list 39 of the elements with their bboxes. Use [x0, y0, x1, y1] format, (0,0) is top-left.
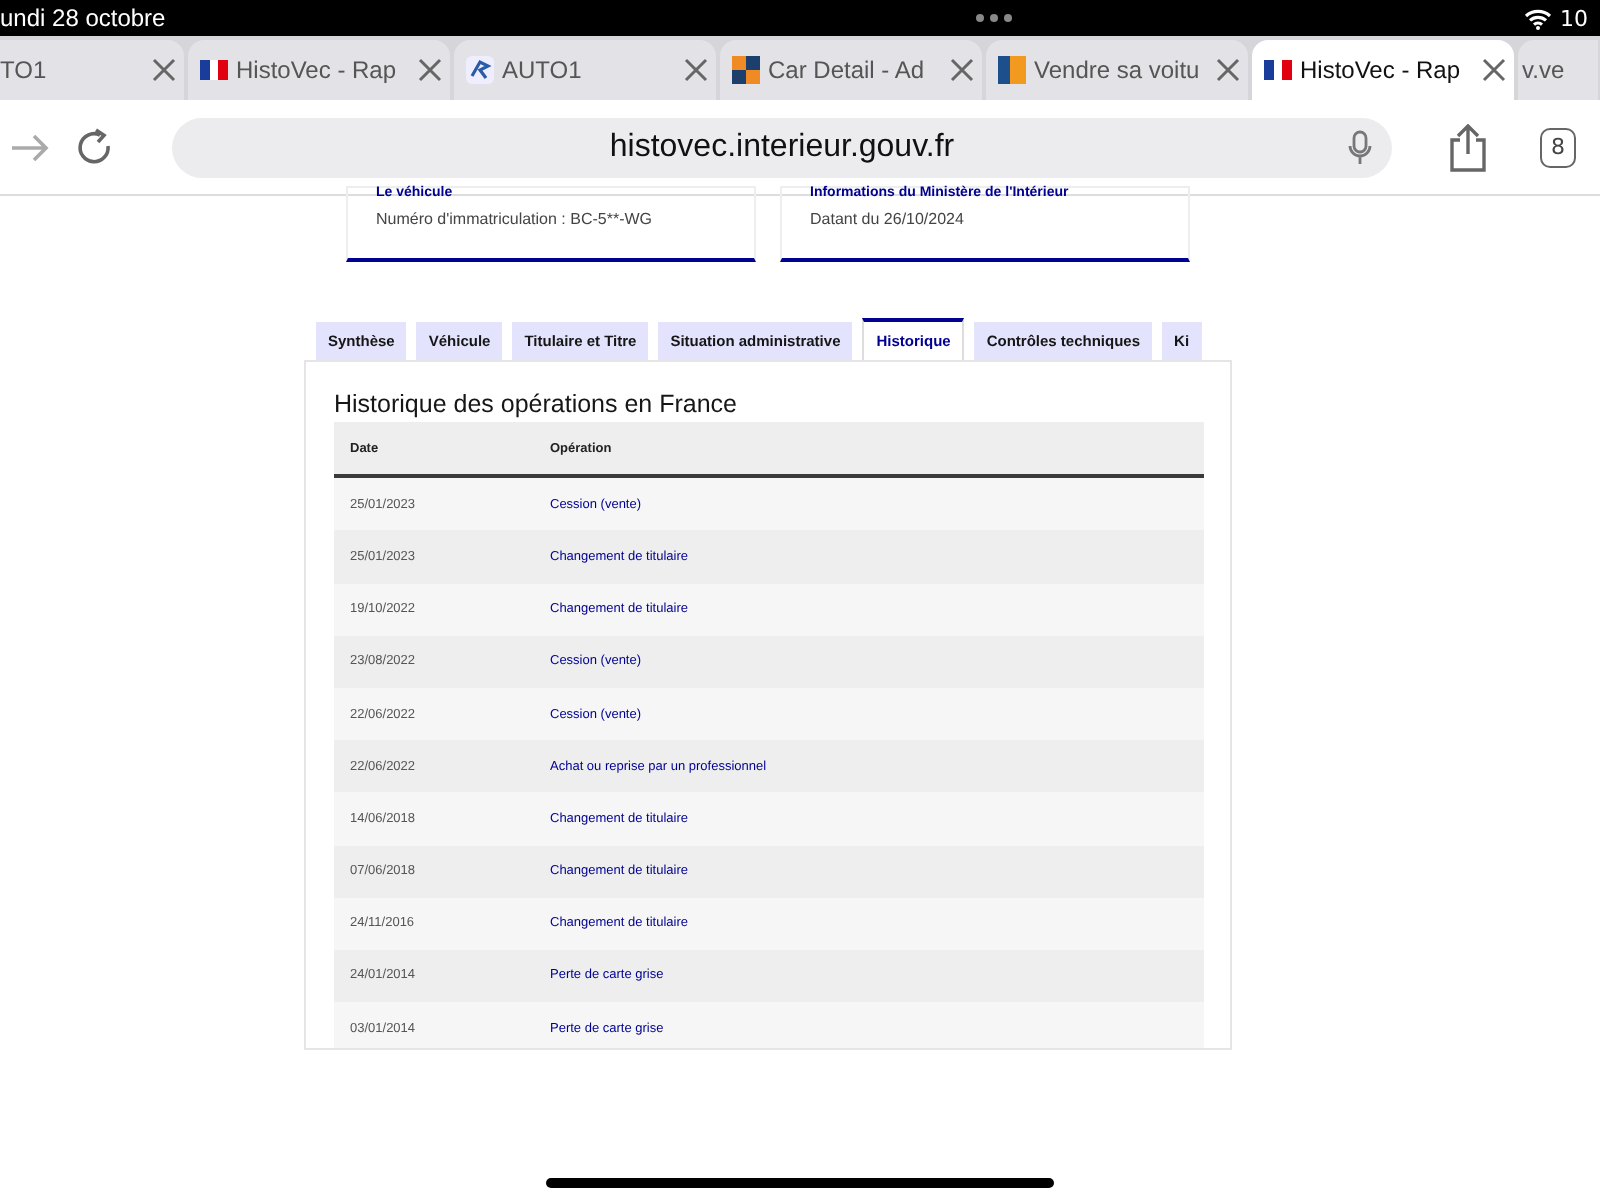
tab-title: Vendre sa voitu	[1034, 56, 1202, 84]
browser-tab[interactable]: TO1	[0, 40, 184, 100]
section-title: Historique des opérations en France	[334, 390, 740, 418]
flag-icon	[1264, 60, 1292, 80]
flag-icon	[200, 60, 228, 80]
share-icon[interactable]	[1448, 123, 1488, 171]
browser-tab[interactable]: v.ve	[1518, 40, 1598, 100]
url-text: histovec.interieur.gouv.fr	[609, 129, 955, 165]
logo-icon	[998, 56, 1026, 84]
browser-tab[interactable]: Vendre sa voitu	[986, 40, 1248, 100]
tab-title: v.ve	[1522, 56, 1567, 84]
logo-icon	[466, 56, 494, 84]
battery-level: 10	[1559, 5, 1588, 31]
microphone-icon[interactable]	[1348, 129, 1372, 165]
tab-title: HistoVec - Rap	[236, 56, 399, 84]
tab-title: HistoVec - Rap	[1300, 56, 1463, 84]
close-icon[interactable]	[418, 58, 442, 82]
tab-title: TO1	[0, 56, 49, 84]
logo-icon	[732, 56, 760, 84]
more-dots-icon[interactable]	[976, 14, 1013, 22]
browser-tab[interactable]: AUTO1	[454, 40, 716, 100]
wifi-icon	[1523, 7, 1552, 29]
address-field[interactable]: histovec.interieur.gouv.fr	[172, 117, 1392, 177]
reload-icon[interactable]	[76, 127, 116, 167]
browser-tab[interactable]: HistoVec - Rap	[188, 40, 450, 100]
close-icon[interactable]	[152, 58, 176, 82]
tab-title: Car Detail - Ad	[768, 56, 927, 84]
tab-count[interactable]: 8	[1540, 127, 1576, 167]
close-icon[interactable]	[684, 58, 708, 82]
card-text: Datant du 26/10/2024	[810, 210, 966, 228]
tab-title: AUTO1	[502, 56, 584, 84]
browser-tab[interactable]: HistoVec - Rap	[1252, 40, 1514, 100]
forward-icon[interactable]	[8, 131, 52, 163]
close-icon[interactable]	[950, 58, 974, 82]
card-text: Numéro d'immatriculation : BC-5**-WG	[376, 210, 655, 228]
close-icon[interactable]	[1216, 58, 1240, 82]
status-date: undi 28 octobre	[0, 4, 166, 32]
browser-tab[interactable]: Car Detail - Ad	[720, 40, 982, 100]
close-icon[interactable]	[1482, 58, 1506, 82]
